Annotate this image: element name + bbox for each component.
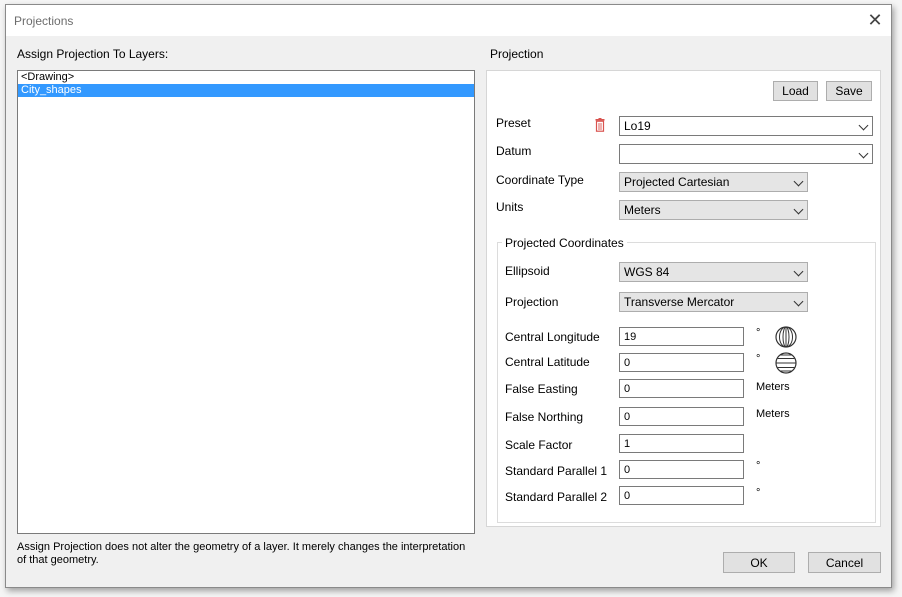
ellipsoid-label: Ellipsoid [505,264,550,278]
scale-factor-input[interactable] [619,434,744,453]
globe-latitude-icon[interactable] [775,352,797,374]
false-northing-label: False Northing [505,410,584,424]
chevron-down-icon [793,176,804,187]
central-longitude-label: Central Longitude [505,330,600,344]
standard-parallel-1-label: Standard Parallel 1 [505,464,608,478]
projection-type-select[interactable]: Transverse Mercator [619,292,808,312]
window-title: Projections [14,14,74,28]
chevron-down-icon [793,266,804,277]
preset-select[interactable]: Lo19 [619,116,873,136]
list-item-label: <Drawing> [21,71,75,83]
load-button[interactable]: Load [773,81,818,101]
central-longitude-unit: ° [756,327,761,339]
list-item[interactable]: <Drawing> [18,71,474,84]
ellipsoid-select[interactable]: WGS 84 [619,262,808,282]
projection-type-value: Transverse Mercator [624,295,735,309]
projected-coordinates-title: Projected Coordinates [502,236,627,250]
cancel-button[interactable]: Cancel [808,552,881,573]
standard-parallel-2-input[interactable] [619,486,744,505]
false-northing-unit: Meters [756,408,790,420]
coordinate-type-select[interactable]: Projected Cartesian [619,172,808,192]
assign-note: Assign Projection does not alter the geo… [17,541,466,566]
coordinate-type-value: Projected Cartesian [624,175,730,189]
standard-parallel-2-label: Standard Parallel 2 [505,490,608,504]
close-icon[interactable]: ✕ [865,10,885,30]
scale-factor-label: Scale Factor [505,438,573,452]
preset-label: Preset [496,116,531,130]
units-select[interactable]: Meters [619,200,808,220]
false-easting-unit: Meters [756,381,790,393]
list-item-label: City_shapes [21,84,82,96]
standard-parallel-2-unit: ° [756,487,761,499]
layers-listbox[interactable]: <Drawing> City_shapes [17,70,475,534]
chevron-down-icon [793,296,804,307]
central-latitude-unit: ° [756,353,761,365]
central-longitude-input[interactable] [619,327,744,346]
preset-value: Lo19 [624,119,651,133]
globe-longitude-icon[interactable] [775,326,797,348]
list-item[interactable]: City_shapes [18,84,474,97]
chevron-down-icon [858,120,869,131]
standard-parallel-1-unit: ° [756,460,761,472]
standard-parallel-1-input[interactable] [619,460,744,479]
trash-icon[interactable] [595,118,605,132]
coordinate-type-label: Coordinate Type [496,173,584,187]
chevron-down-icon [793,204,804,215]
ellipsoid-value: WGS 84 [624,265,670,279]
projection-type-label: Projection [505,295,559,309]
false-northing-input[interactable] [619,407,744,426]
title-bar: Projections ✕ [6,5,891,36]
save-button[interactable]: Save [826,81,872,101]
chevron-down-icon [858,148,869,159]
projection-label: Projection [490,47,544,61]
layers-label: Assign Projection To Layers: [17,47,169,61]
false-easting-label: False Easting [505,382,578,396]
false-easting-input[interactable] [619,379,744,398]
central-latitude-input[interactable] [619,353,744,372]
units-label: Units [496,200,524,214]
datum-select[interactable] [619,144,873,164]
central-latitude-label: Central Latitude [505,355,590,369]
datum-label: Datum [496,144,532,158]
ok-button[interactable]: OK [723,552,795,573]
units-value: Meters [624,203,661,217]
